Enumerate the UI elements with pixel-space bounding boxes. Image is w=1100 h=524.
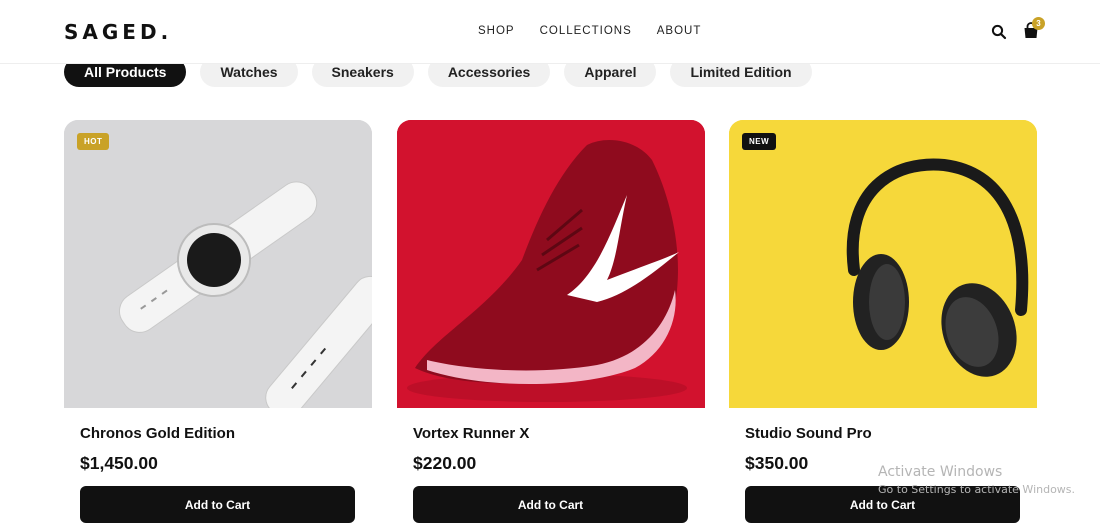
main-nav: SHOP COLLECTIONS ABOUT	[478, 25, 726, 37]
product-card[interactable]: HOT Chronos Gold Edition $1,450.00 Add t…	[64, 120, 372, 523]
watermark-subtitle: Go to Settings to activate Windows.	[878, 483, 1076, 496]
windows-activation-watermark: Activate Windows Go to Settings to activ…	[878, 464, 1075, 496]
nav-about[interactable]: ABOUT	[657, 25, 702, 37]
new-badge: NEW	[742, 133, 777, 150]
nav-shop[interactable]: SHOP	[478, 25, 515, 37]
watermark-title: Activate Windows	[878, 464, 1003, 480]
product-card[interactable]: Vortex Runner X $220.00 Add to Cart	[397, 120, 705, 523]
product-price: $1,450.00	[80, 453, 158, 473]
cart-count-badge: 3	[1032, 17, 1045, 30]
product-image-watch[interactable]: HOT	[64, 120, 372, 408]
site-header: SAGED. SHOP COLLECTIONS ABOUT 3	[0, 0, 1100, 64]
add-to-cart-button[interactable]: Add to Cart	[80, 486, 355, 523]
nav-collections[interactable]: COLLECTIONS	[540, 25, 632, 37]
product-name[interactable]: Vortex Runner X	[413, 425, 529, 442]
brand-logo[interactable]: SAGED.	[64, 20, 172, 44]
product-price: $350.00	[745, 453, 809, 473]
search-icon[interactable]	[991, 24, 1007, 40]
hot-badge: HOT	[77, 133, 110, 150]
product-card[interactable]: NEW Studio Sound Pro $350.00 Add to Cart	[729, 120, 1037, 523]
add-to-cart-button[interactable]: Add to Cart	[413, 486, 688, 523]
product-name[interactable]: Studio Sound Pro	[745, 425, 872, 442]
product-price: $220.00	[413, 453, 477, 473]
product-image-sneaker[interactable]	[397, 120, 705, 408]
product-image-headphones[interactable]: NEW	[729, 120, 1037, 408]
product-name[interactable]: Chronos Gold Edition	[80, 425, 235, 442]
